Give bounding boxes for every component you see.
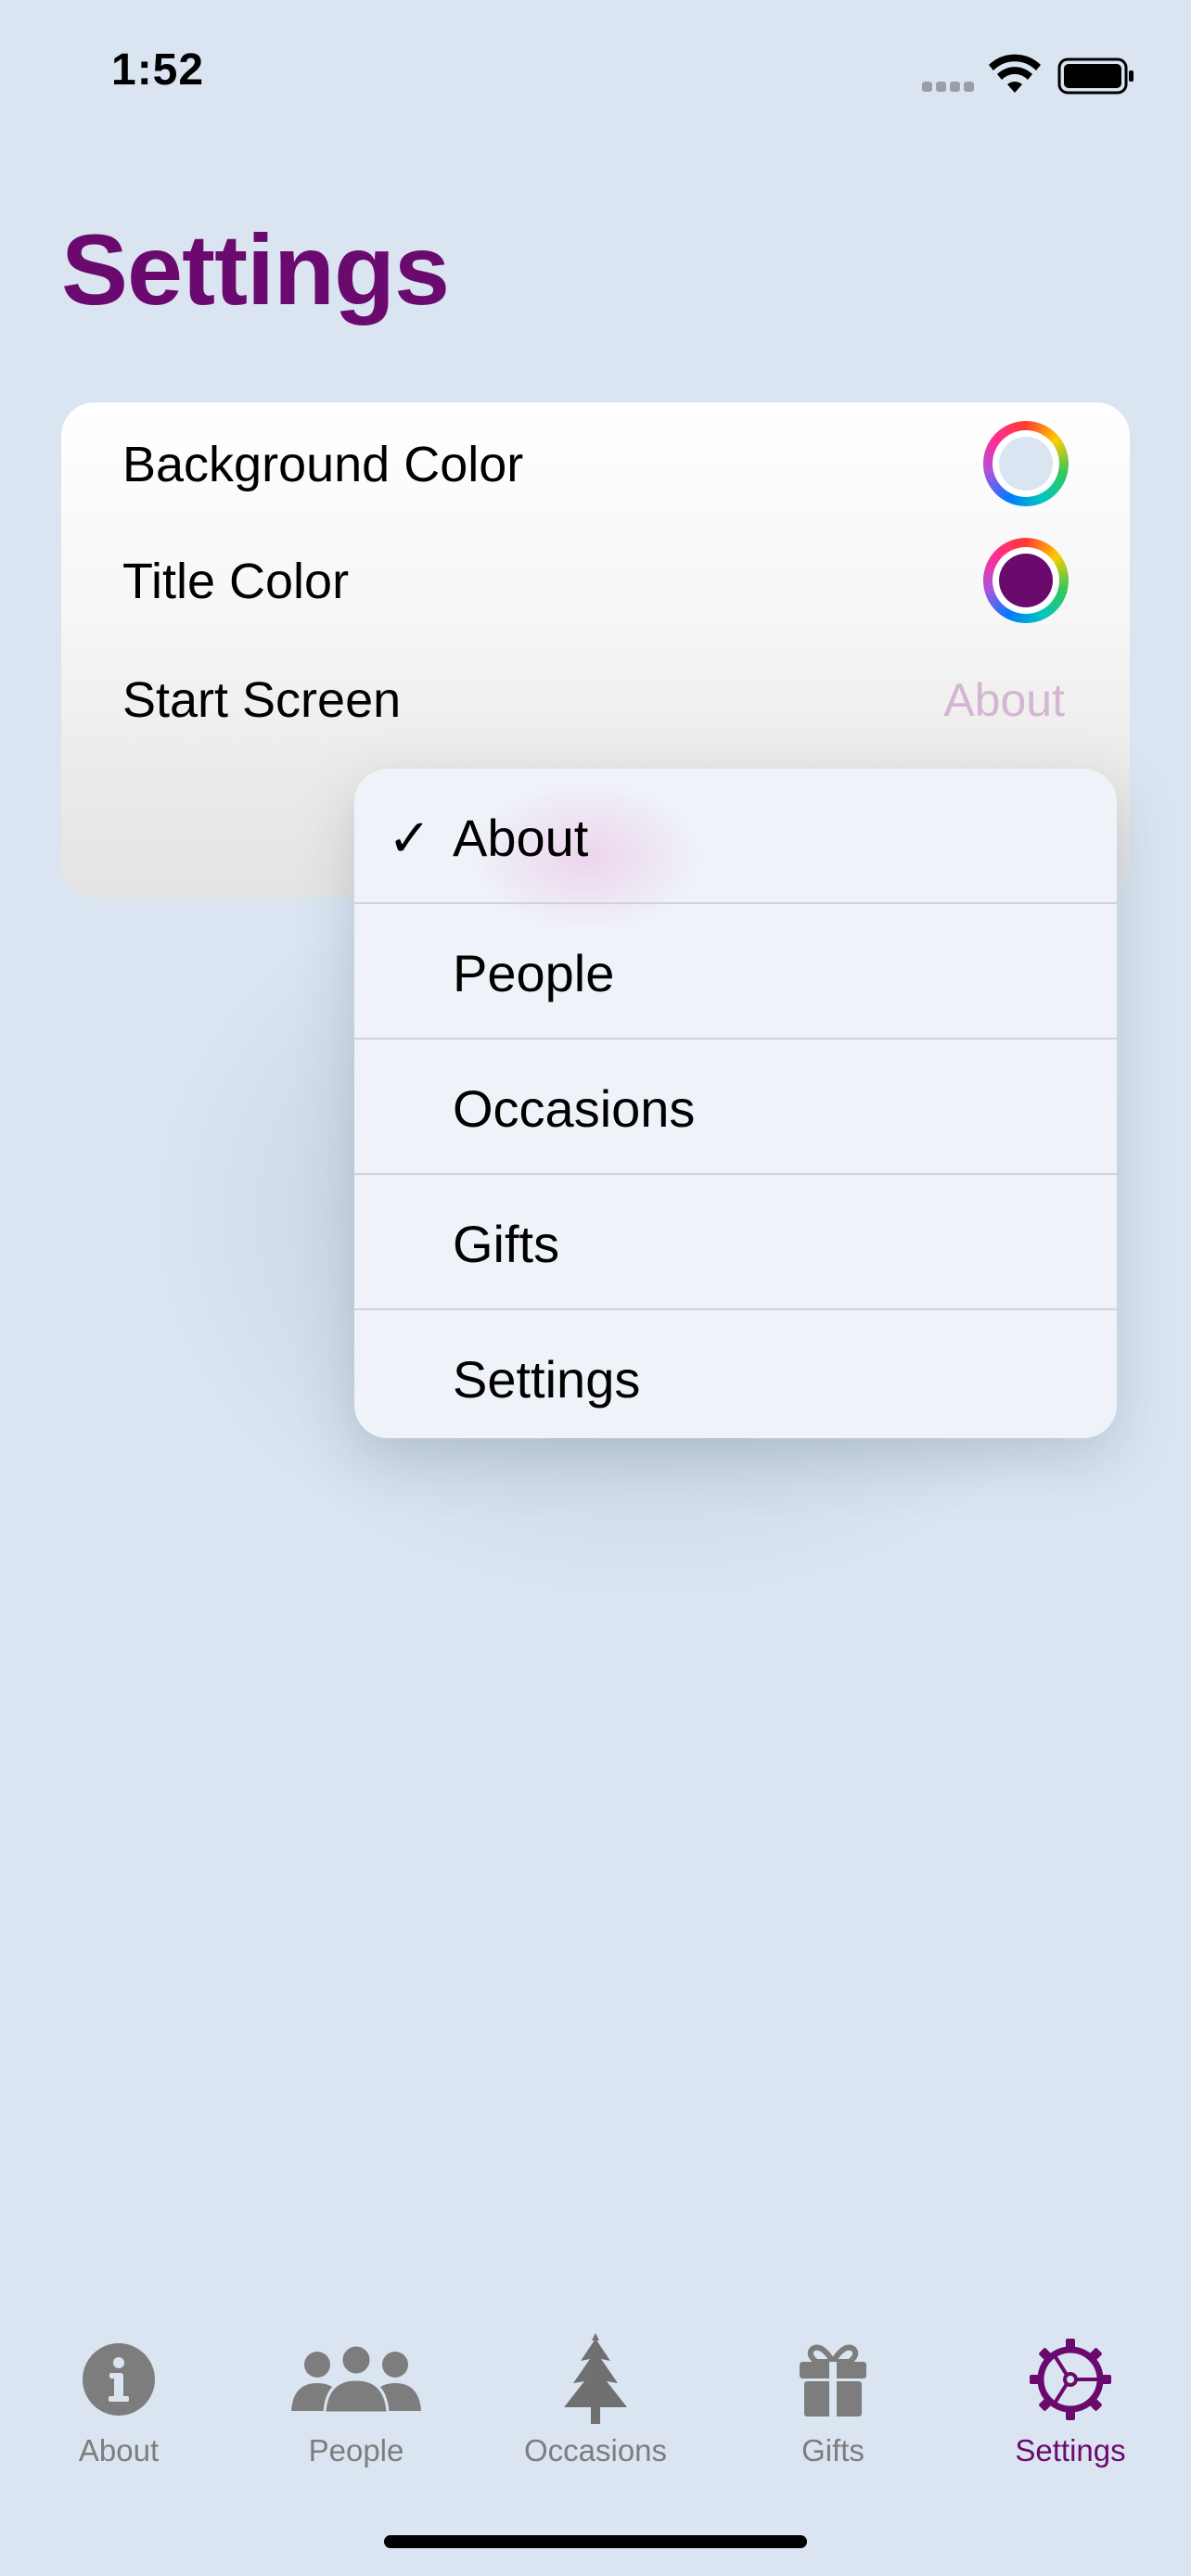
tab-about[interactable]: About bbox=[17, 2333, 221, 2472]
tab-label: About bbox=[78, 2433, 160, 2468]
wifi-icon bbox=[989, 54, 1041, 93]
info-circle-icon bbox=[83, 2343, 155, 2416]
tab-gifts[interactable]: Gifts bbox=[731, 2333, 935, 2472]
title-color-label: Title Color bbox=[122, 554, 350, 609]
start-screen-menu: ✓ About People Occasions Gifts Settings bbox=[354, 769, 1117, 1438]
menu-item-label: People bbox=[453, 944, 615, 1002]
menu-item-label: Gifts bbox=[453, 1215, 560, 1273]
menu-item-people[interactable]: People bbox=[354, 904, 1117, 1039]
checkmark-icon: ✓ bbox=[388, 809, 431, 867]
menu-item-settings[interactable]: Settings bbox=[354, 1310, 1117, 1438]
menu-item-label: Occasions bbox=[453, 1079, 696, 1138]
gift-icon bbox=[800, 2344, 866, 2417]
start-screen-picker[interactable]: About bbox=[943, 673, 1065, 727]
people-group-icon bbox=[291, 2344, 421, 2415]
tab-label: Occasions bbox=[523, 2433, 668, 2468]
title-color-well[interactable] bbox=[983, 538, 1069, 623]
menu-item-label: Settings bbox=[453, 1350, 641, 1409]
page-title: Settings bbox=[61, 213, 450, 325]
battery-icon bbox=[1057, 57, 1133, 95]
status-time: 1:52 bbox=[111, 45, 205, 95]
gear-icon bbox=[1030, 2339, 1111, 2420]
tab-people[interactable]: People bbox=[254, 2333, 458, 2472]
tab-label: Gifts bbox=[801, 2433, 864, 2468]
menu-item-label: About bbox=[453, 809, 589, 867]
start-screen-label: Start Screen bbox=[122, 672, 402, 728]
background-color-well[interactable] bbox=[983, 421, 1069, 506]
cellular-signal-icon bbox=[922, 82, 978, 93]
tab-settings[interactable]: Settings bbox=[968, 2333, 1172, 2472]
tab-label: Settings bbox=[1015, 2433, 1126, 2468]
home-indicator bbox=[384, 2535, 807, 2548]
menu-item-about[interactable]: ✓ About bbox=[354, 769, 1117, 904]
menu-item-gifts[interactable]: Gifts bbox=[354, 1175, 1117, 1310]
menu-item-occasions[interactable]: Occasions bbox=[354, 1039, 1117, 1175]
christmas-tree-icon bbox=[564, 2333, 627, 2424]
background-color-label: Background Color bbox=[122, 437, 524, 492]
tab-occasions[interactable]: Occasions bbox=[493, 2333, 698, 2472]
tab-label: People bbox=[308, 2433, 404, 2468]
